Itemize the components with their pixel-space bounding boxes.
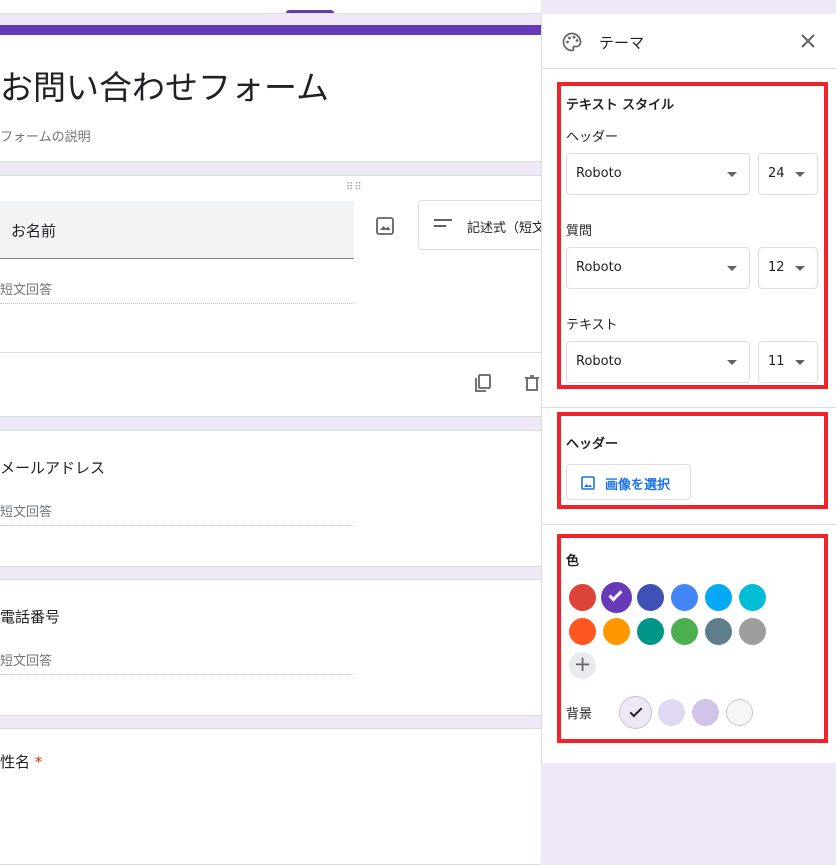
short-answer-placeholder: 短文回答	[0, 501, 354, 526]
background-label: 背景	[566, 707, 593, 722]
question-card-surname[interactable]: 性名 *	[0, 728, 541, 865]
color-swatch[interactable]	[637, 584, 664, 611]
form-title[interactable]: お問い合わせフォーム	[0, 61, 329, 109]
header-size-value: 24	[768, 166, 785, 181]
chevron-down-icon	[727, 172, 737, 177]
check-icon	[629, 704, 643, 718]
divider	[542, 407, 836, 408]
color-swatch[interactable]	[569, 584, 596, 611]
divider	[542, 524, 836, 525]
chevron-down-icon	[795, 360, 805, 365]
question-card-phone[interactable]: 電話番号 短文回答	[0, 579, 541, 716]
question-font-label: 質問	[566, 224, 593, 239]
background-swatch[interactable]	[692, 699, 719, 726]
theme-panel-header: テーマ	[542, 14, 836, 69]
text-font-value: Roboto	[576, 354, 622, 369]
add-color-button[interactable]: +	[569, 652, 596, 679]
header-font-label: ヘッダー	[566, 130, 619, 145]
chevron-down-icon	[727, 360, 737, 365]
color-swatch[interactable]	[671, 618, 698, 645]
header-heading: ヘッダー	[566, 437, 619, 452]
color-swatch[interactable]	[671, 584, 698, 611]
check-icon	[608, 587, 623, 602]
color-swatch[interactable]	[705, 584, 732, 611]
color-swatch[interactable]	[601, 582, 632, 613]
header-font-select[interactable]: Roboto	[566, 153, 750, 195]
short-answer-placeholder: 短文回答	[0, 650, 354, 675]
form-title-card[interactable]: お問い合わせフォーム フォームの説明	[0, 25, 541, 162]
form-description[interactable]: フォームの説明	[0, 126, 91, 145]
question-font-value: Roboto	[576, 260, 622, 275]
background-swatch[interactable]	[658, 699, 685, 726]
question-label-text: 性名	[0, 753, 31, 771]
question-font-select[interactable]: Roboto	[566, 247, 750, 289]
text-style-heading: テキスト スタイル	[566, 98, 675, 113]
color-swatch[interactable]	[637, 618, 664, 645]
background-swatch[interactable]	[619, 696, 652, 729]
close-icon[interactable]	[798, 31, 818, 51]
color-swatch[interactable]	[739, 584, 766, 611]
question-type-label: 記述式（短文	[467, 221, 546, 236]
question-title-input[interactable]: お名前	[0, 201, 354, 259]
color-swatch[interactable]	[569, 618, 596, 645]
background-swatch[interactable]	[726, 699, 753, 726]
add-image-icon[interactable]	[375, 216, 395, 236]
question-card-email[interactable]: メールアドレス 短文回答	[0, 430, 541, 567]
question-size-value: 12	[768, 260, 785, 275]
text-font-label: テキスト	[566, 318, 618, 333]
question-label: 性名 *	[0, 751, 42, 772]
color-heading: 色	[566, 554, 580, 569]
delete-icon[interactable]	[522, 373, 542, 393]
question-type-select[interactable]: 記述式（短文	[418, 200, 558, 250]
question-title-text: お名前	[11, 222, 57, 240]
active-tab-indicator	[286, 10, 334, 13]
drag-handle-icon[interactable]: ⠿⠿	[346, 182, 363, 193]
header-size-select[interactable]: 24	[758, 153, 818, 195]
image-icon	[581, 476, 595, 490]
chevron-down-icon	[795, 266, 805, 271]
question-size-select[interactable]: 12	[758, 247, 818, 289]
question-label: 電話番号	[0, 608, 61, 626]
text-size-select[interactable]: 11	[758, 341, 818, 383]
short-text-icon	[434, 219, 452, 231]
question-footer	[0, 352, 541, 417]
chevron-down-icon	[727, 266, 737, 271]
color-swatch[interactable]	[603, 618, 630, 645]
required-mark: *	[34, 753, 43, 771]
question-card-name[interactable]: ⠿⠿ お名前 記述式（短文 短文回答	[0, 175, 558, 417]
theme-panel: テーマ テキスト スタイル ヘッダー Roboto 24 質問 Roboto 1…	[541, 14, 836, 763]
text-font-select[interactable]: Roboto	[566, 341, 750, 383]
panel-title: テーマ	[599, 34, 645, 52]
palette-icon	[562, 32, 582, 52]
short-answer-placeholder: 短文回答	[0, 279, 354, 304]
chevron-down-icon	[795, 172, 805, 177]
duplicate-icon[interactable]	[473, 373, 493, 393]
header-font-value: Roboto	[576, 166, 622, 181]
color-swatch[interactable]	[705, 618, 732, 645]
form-tab-bar	[0, 0, 541, 14]
select-image-button[interactable]: 画像を選択	[566, 464, 691, 500]
select-image-label: 画像を選択	[605, 478, 671, 493]
text-size-value: 11	[768, 354, 785, 369]
question-label: メールアドレス	[0, 459, 106, 477]
color-swatch[interactable]	[739, 618, 766, 645]
